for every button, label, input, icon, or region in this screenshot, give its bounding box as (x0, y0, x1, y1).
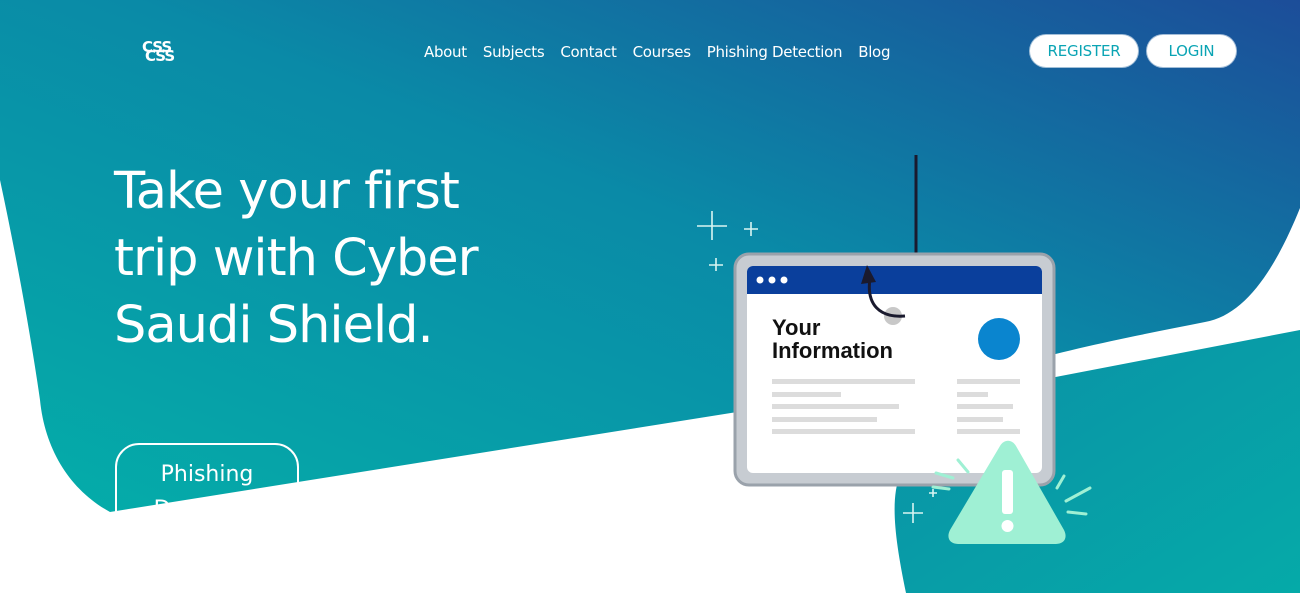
nav-courses[interactable]: Courses (633, 42, 691, 62)
phishing-detection-cta-button[interactable]: Phishing Detection (115, 443, 299, 516)
nav-contact[interactable]: Contact (560, 42, 617, 62)
card-title-line1: Your (772, 315, 821, 340)
phishing-illustration: Your Information (697, 155, 1092, 544)
nav-blog[interactable]: Blog (858, 42, 890, 62)
main-nav: About Subjects Contact Courses Phishing … (424, 42, 890, 62)
hero-cta-wrapper: Phishing Detection (100, 430, 330, 516)
login-button[interactable]: LOGIN (1147, 35, 1236, 67)
nav-about[interactable]: About (424, 42, 467, 62)
hero-title: Take your first trip with Cyber Saudi Sh… (114, 162, 479, 355)
nav-phishing-detection[interactable]: Phishing Detection (707, 42, 843, 62)
nav-subjects[interactable]: Subjects (483, 42, 545, 62)
brand-logo[interactable]: CSS CSS (142, 40, 192, 68)
card-avatar (978, 318, 1020, 360)
logo-text-bottom: CSS (145, 47, 175, 65)
register-button[interactable]: REGISTER (1030, 35, 1138, 67)
card-title-line2: Information (772, 338, 893, 363)
